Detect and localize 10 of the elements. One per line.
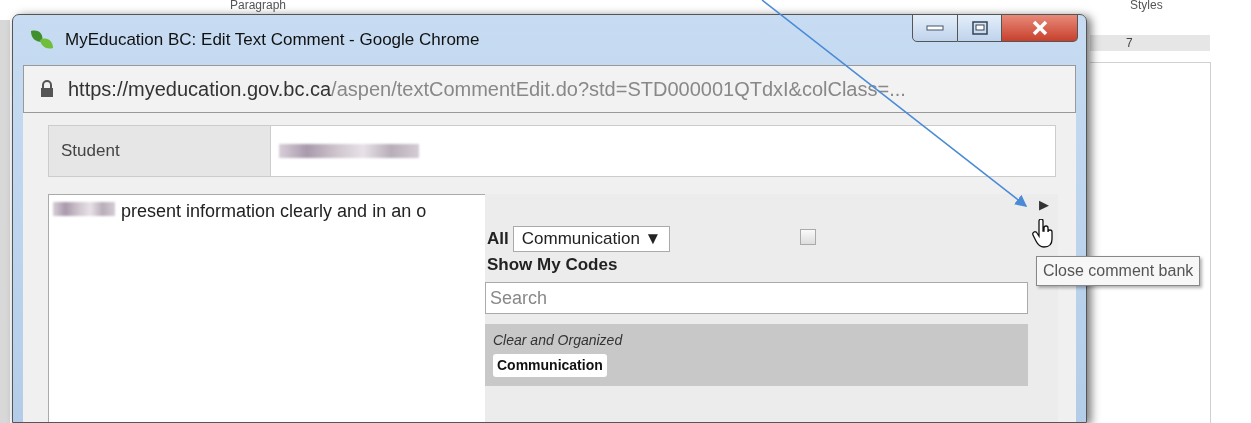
filter-label: All xyxy=(487,229,509,248)
checkbox-label: Show My Codes xyxy=(487,255,618,274)
ribbon-group-label: Styles xyxy=(1130,0,1163,12)
ribbon-group-label: Paragraph xyxy=(230,0,287,12)
ruler-number: 7 xyxy=(1126,36,1133,50)
comment-text: Clear and Organized xyxy=(493,331,624,350)
window-title: MyEducation BC: Edit Text Comment - Google Chrome xyxy=(65,29,480,52)
category-tag: Communication xyxy=(493,354,607,377)
tooltip: Close comment bank xyxy=(1036,256,1201,286)
comment-text: present information clearly and in an o xyxy=(121,200,427,223)
